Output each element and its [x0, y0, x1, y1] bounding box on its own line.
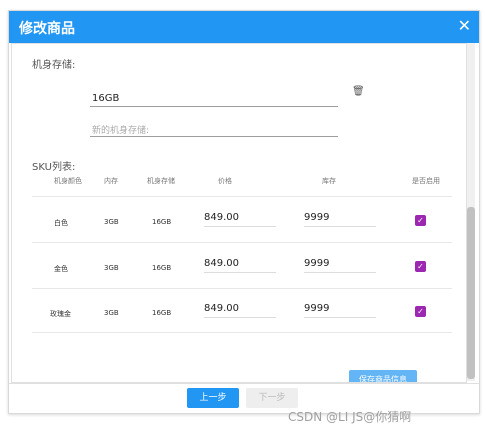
row-storage: 16GB — [152, 264, 172, 272]
stock-input[interactable]: 9999 — [304, 303, 376, 318]
row-divider — [32, 332, 452, 333]
row-color: 玫瑰金 — [50, 310, 71, 318]
col-enabled: 是否启用 — [412, 177, 440, 185]
row-divider — [32, 288, 452, 289]
watermark: CSDN @LI JS@你猜啊 — [288, 410, 412, 424]
dialog-title: 修改商品 — [19, 21, 75, 37]
dialog-titlebar: 修改商品 ✕ — [9, 11, 479, 43]
col-price: 价格 — [218, 177, 232, 185]
footer-divider — [9, 383, 479, 384]
col-color: 机身颜色 — [54, 177, 82, 185]
dialog-content[interactable]: 机身存储: 16GB 🗑 新的机身存储: SKU列表: 机身颜色 内存 机身存储… — [11, 43, 467, 383]
col-stock: 库存 — [322, 177, 336, 185]
stock-input[interactable]: 9999 — [304, 258, 376, 273]
price-input[interactable]: 849.00 — [204, 303, 276, 318]
close-icon[interactable]: ✕ — [458, 16, 471, 35]
row-storage: 16GB — [152, 218, 172, 226]
previous-step-button[interactable]: 上一步 — [187, 388, 239, 408]
sku-label: SKU列表: — [32, 162, 76, 173]
edit-product-dialog: 修改商品 ✕ 机身存储: 16GB 🗑 新的机身存储: SKU列表: 机身颜色 … — [8, 10, 480, 414]
header-divider — [32, 196, 452, 197]
col-storage: 机身存储 — [147, 177, 175, 185]
row-storage: 16GB — [152, 309, 172, 317]
row-divider — [32, 242, 452, 243]
scrollbar-thumb[interactable] — [467, 207, 475, 379]
col-memory: 内存 — [104, 177, 118, 185]
price-input[interactable]: 849.00 — [204, 258, 276, 273]
row-memory: 3GB — [104, 218, 119, 226]
price-input[interactable]: 849.00 — [204, 212, 276, 227]
storage-value-field[interactable] — [90, 90, 338, 107]
save-product-button[interactable]: 保存商品信息 — [349, 370, 417, 382]
row-memory: 3GB — [104, 264, 119, 272]
row-color: 白色 — [54, 219, 68, 227]
enabled-checkbox[interactable]: ✓ — [415, 215, 426, 226]
enabled-checkbox[interactable]: ✓ — [415, 261, 426, 272]
row-memory: 3GB — [104, 309, 119, 317]
scrollbar[interactable] — [467, 43, 475, 381]
next-step-button[interactable]: 下一步 — [246, 388, 298, 408]
enabled-checkbox[interactable]: ✓ — [415, 306, 426, 317]
stock-input[interactable]: 9999 — [304, 212, 376, 227]
storage-label: 机身存储: — [32, 60, 76, 71]
trash-icon[interactable]: 🗑 — [352, 86, 365, 97]
row-color: 金色 — [54, 265, 68, 273]
new-storage-placeholder: 新的机身存储: — [92, 126, 150, 136]
storage-value: 16GB — [92, 93, 120, 104]
